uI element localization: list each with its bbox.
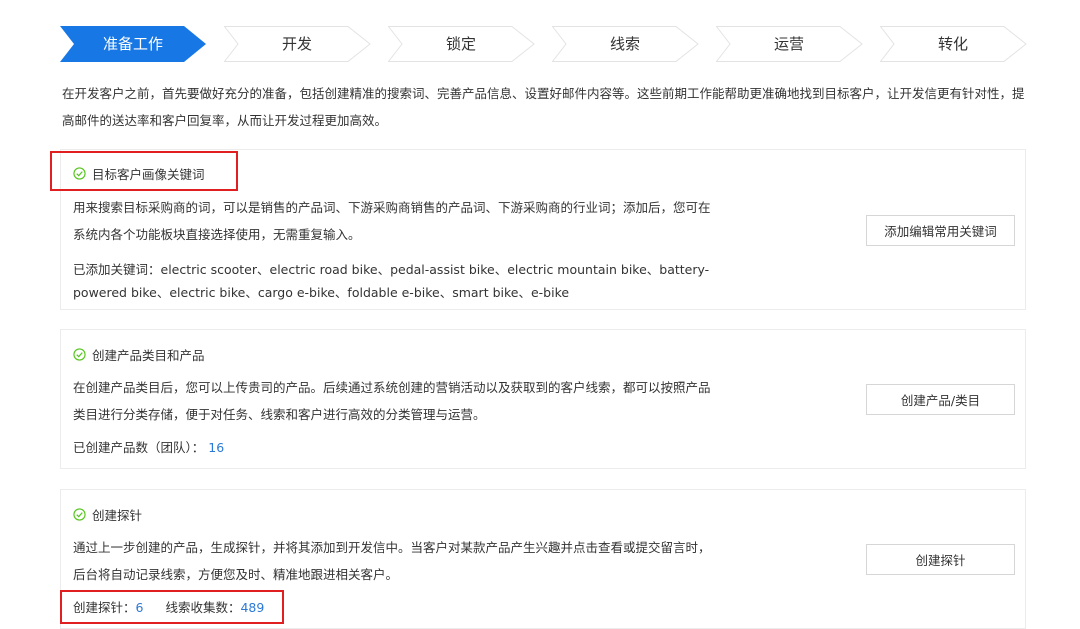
progress-steps: 准备工作 开发 锁定 线索 运营 转化: [60, 26, 1028, 62]
step-leads[interactable]: 线索: [552, 26, 712, 62]
step-label: 转化: [937, 35, 968, 53]
added-keywords: 已添加关键词：electric scooter、electric road bi…: [73, 258, 713, 304]
step-convert[interactable]: 转化: [880, 26, 1040, 62]
card-title-products: 创建产品类目和产品: [73, 345, 205, 364]
product-count-label: 已创建产品数（团队）：: [73, 440, 205, 455]
added-keywords-value: electric scooter、electric road bike、peda…: [73, 262, 710, 300]
step-label: 开发: [281, 35, 312, 53]
card-title-probe: 创建探针: [73, 505, 142, 524]
step-develop[interactable]: 开发: [224, 26, 384, 62]
step-label: 线索: [609, 35, 640, 53]
step-lock[interactable]: 锁定: [388, 26, 548, 62]
create-product-category-button[interactable]: 创建产品/类目: [866, 384, 1015, 415]
step-operate[interactable]: 运营: [716, 26, 876, 62]
intro-text: 在开发客户之前，首先要做好充分的准备，包括创建精准的搜索词、完善产品信息、设置好…: [62, 86, 1025, 128]
step-label: 准备工作: [102, 35, 163, 53]
product-count-value: 16: [208, 440, 225, 455]
card-description: 用来搜索目标采购商的词，可以是销售的产品词、下游采购商销售的产品词、下游采购商的…: [73, 200, 711, 242]
product-count: 已创建产品数（团队）： 16: [73, 436, 713, 459]
card-products: 创建产品类目和产品 在创建产品类目后，您可以上传贵司的产品。后续通过系统创建的营…: [60, 329, 1026, 469]
add-edit-keywords-button[interactable]: 添加编辑常用关键词: [866, 215, 1015, 246]
annotation-highlight-box: [50, 151, 238, 191]
create-probe-button[interactable]: 创建探针: [866, 544, 1015, 575]
step-label: 锁定: [445, 35, 476, 53]
card-description: 通过上一步创建的产品，生成探针，并将其添加到开发信中。当客户对某款产品产生兴趣并…: [73, 540, 711, 582]
step-label: 运营: [773, 35, 804, 53]
check-circle-icon: [73, 508, 86, 521]
card-description: 在创建产品类目后，您可以上传贵司的产品。后续通过系统创建的营销活动以及获取到的客…: [73, 380, 711, 422]
added-keywords-label: 已添加关键词：: [73, 262, 161, 277]
check-circle-icon: [73, 348, 86, 361]
annotation-highlight-box: [60, 590, 284, 624]
card-title-text: 创建探针: [92, 508, 143, 523]
step-prepare[interactable]: 准备工作: [60, 26, 220, 62]
card-title-text: 创建产品类目和产品: [92, 348, 205, 363]
